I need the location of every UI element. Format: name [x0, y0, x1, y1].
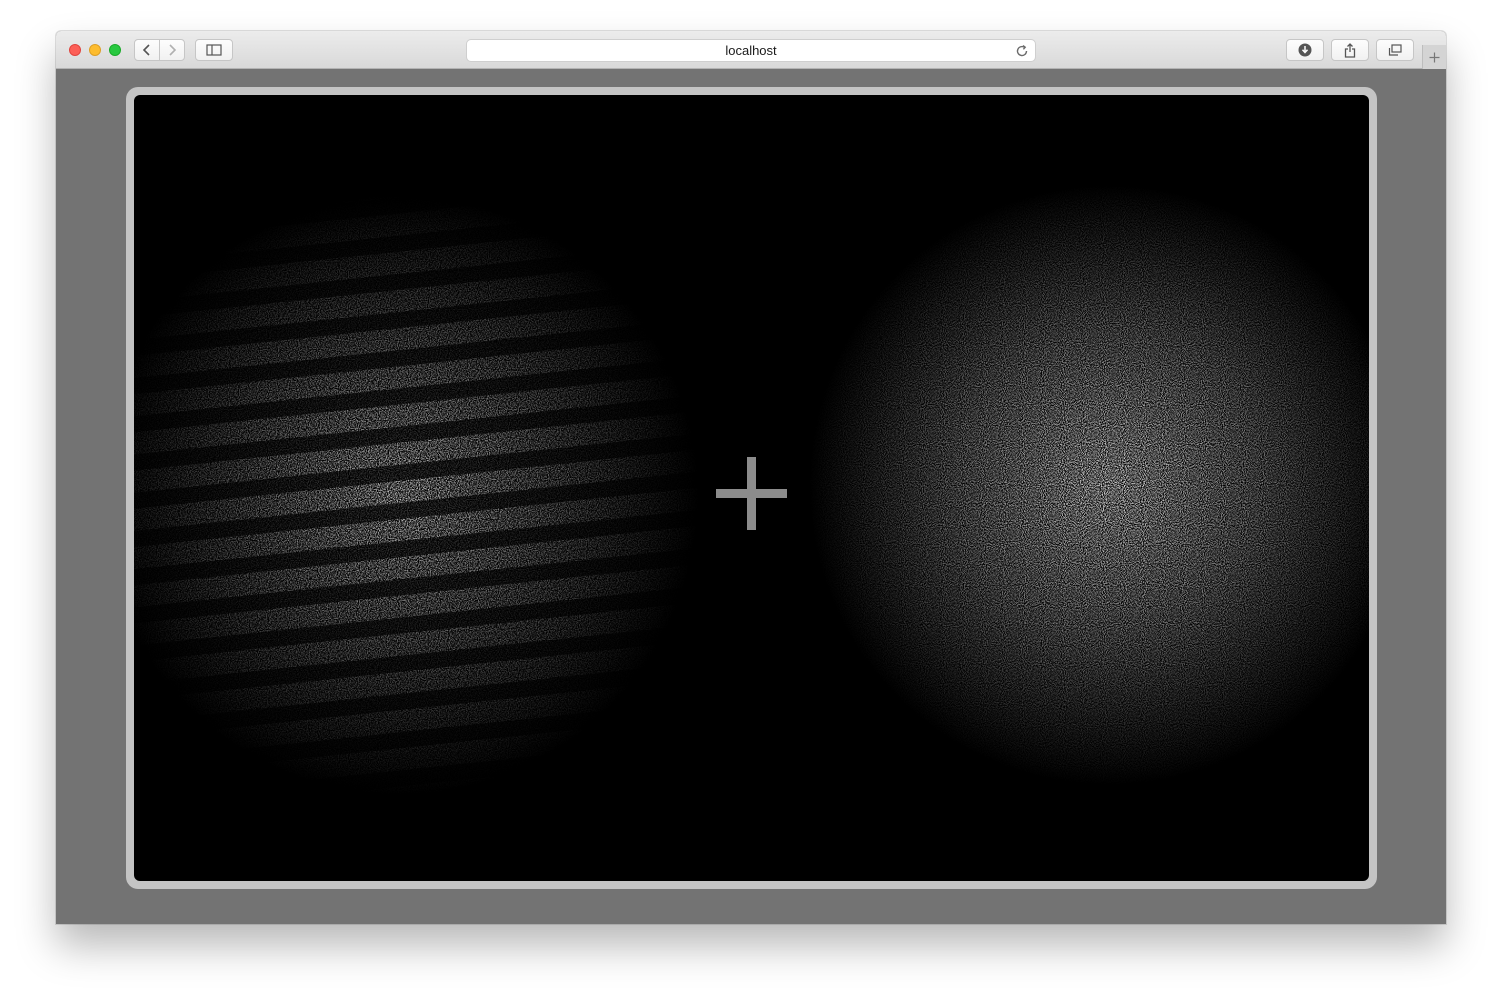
- browser-toolbar: localhost: [56, 31, 1446, 69]
- share-button[interactable]: [1331, 39, 1369, 61]
- downloads-button[interactable]: [1286, 39, 1324, 61]
- share-icon: [1344, 42, 1356, 58]
- url-text: localhost: [725, 43, 777, 58]
- fixation-cross-vertical: [747, 457, 756, 530]
- forward-button[interactable]: [159, 40, 184, 60]
- plus-icon: [1429, 52, 1440, 62]
- sidebar-icon: [206, 44, 222, 56]
- chevron-left-icon: [142, 44, 150, 56]
- new-tab-button[interactable]: [1422, 45, 1446, 69]
- close-window-button[interactable]: [69, 44, 81, 56]
- download-icon: [1298, 43, 1312, 57]
- show-tabs-button[interactable]: [1376, 39, 1414, 61]
- minimize-window-button[interactable]: [89, 44, 101, 56]
- reload-icon[interactable]: [1014, 43, 1030, 59]
- page-content: [56, 69, 1446, 924]
- browser-window: localhost: [56, 31, 1446, 924]
- tabs-icon: [1388, 44, 1402, 56]
- sidebar-button[interactable]: [195, 39, 233, 61]
- stimulus-display[interactable]: [134, 95, 1369, 881]
- chevron-right-icon: [169, 44, 177, 56]
- stimulus-frame: [126, 87, 1377, 889]
- maximize-window-button[interactable]: [109, 44, 121, 56]
- back-button[interactable]: [135, 40, 159, 60]
- address-bar[interactable]: localhost: [466, 39, 1036, 62]
- navigation-buttons: [134, 39, 185, 61]
